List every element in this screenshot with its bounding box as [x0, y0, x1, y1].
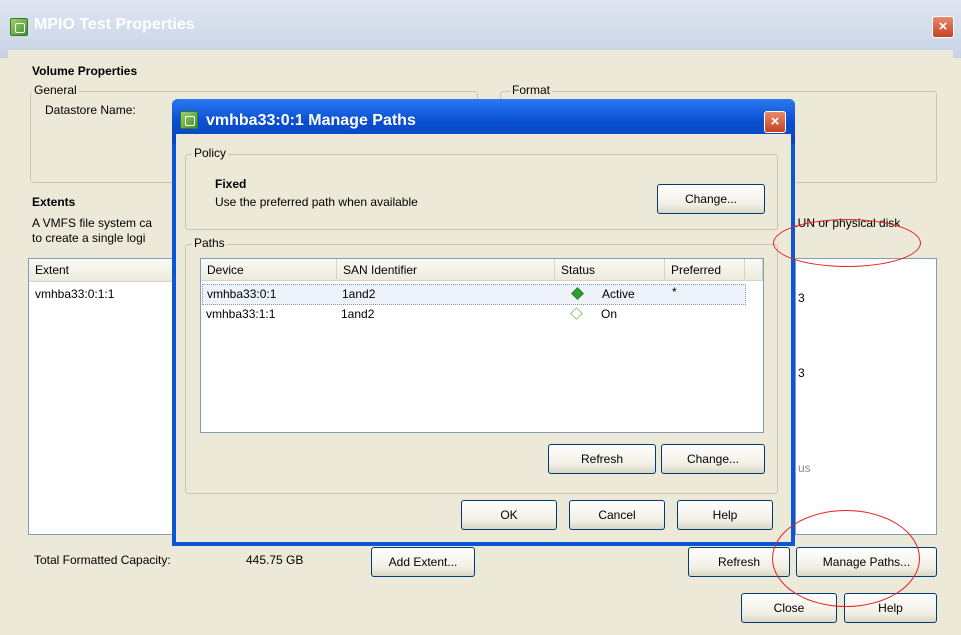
total-capacity-value: 445.75 GB — [246, 553, 304, 567]
extent-row[interactable]: vmhba33:0:1:1 — [29, 282, 187, 306]
column-header-filler — [745, 259, 763, 281]
volume-properties-heading: Volume Properties — [32, 64, 138, 78]
path-device: vmhba33:0:1 — [207, 287, 277, 301]
dialog-body: Policy Fixed Use the preferred path when… — [176, 134, 791, 542]
window-title: MPIO Test Properties — [34, 16, 195, 33]
add-extent-button[interactable]: Add Extent... — [371, 547, 475, 577]
app-icon — [10, 18, 28, 36]
dialog-app-icon — [180, 111, 198, 129]
format-label: Format — [510, 83, 553, 97]
partial-glyph: 3 — [798, 366, 805, 380]
policy-label: Policy — [192, 146, 229, 160]
partial-text: us — [798, 461, 811, 475]
policy-change-button[interactable]: Change... — [657, 184, 765, 214]
paths-table[interactable]: Device SAN Identifier Status Preferred v… — [200, 258, 764, 433]
path-preferred: * — [672, 285, 677, 299]
datastore-name-label: Datastore Name: — [45, 103, 136, 117]
general-label: General — [32, 83, 79, 97]
dialog-close-icon[interactable]: × — [764, 111, 786, 133]
column-header-status[interactable]: Status — [555, 259, 665, 281]
path-san-identifier: 1and2 — [341, 307, 375, 321]
dialog-title: vmhba33:0:1 Manage Paths — [206, 112, 416, 129]
extents-heading: Extents — [32, 195, 76, 209]
cancel-button[interactable]: Cancel — [569, 500, 665, 530]
policy-name: Fixed — [215, 177, 247, 191]
extents-description-line1: A VMFS file system ca — [32, 216, 153, 230]
status-active-icon — [571, 287, 584, 300]
path-status: On — [601, 307, 618, 321]
paths-label: Paths — [192, 236, 227, 250]
extent-list[interactable]: Extent vmhba33:0:1:1 — [28, 258, 188, 535]
close-icon[interactable]: × — [932, 16, 954, 38]
paths-change-button[interactable]: Change... — [661, 444, 765, 474]
column-header-device[interactable]: Device — [201, 259, 337, 281]
extent-column-header[interactable]: Extent — [29, 259, 187, 282]
path-row[interactable]: vmhba33:0:1 1and2 Active * — [202, 284, 746, 305]
annotation-circle — [772, 510, 920, 607]
column-header-preferred[interactable]: Preferred — [665, 259, 745, 281]
extents-description-line2: to create a single logi — [32, 231, 146, 245]
annotation-circle — [773, 219, 921, 267]
manage-paths-dialog: vmhba33:0:1 Manage Paths × Policy Fixed … — [172, 99, 795, 546]
column-header-san-identifier[interactable]: SAN Identifier — [337, 259, 555, 281]
extent-details-panel: 3 3 us — [795, 258, 937, 535]
ok-button[interactable]: OK — [461, 500, 557, 530]
path-san-identifier: 1and2 — [342, 287, 376, 301]
path-device: vmhba33:1:1 — [206, 307, 276, 321]
dialog-help-button[interactable]: Help — [677, 500, 773, 530]
path-status: Active — [602, 287, 635, 301]
partial-glyph: 3 — [798, 291, 805, 305]
status-on-icon — [570, 307, 583, 320]
paths-refresh-button[interactable]: Refresh — [548, 444, 656, 474]
path-row[interactable]: vmhba33:1:1 1and2 On — [202, 305, 746, 326]
policy-description: Use the preferred path when available — [215, 195, 418, 209]
total-capacity-label: Total Formatted Capacity: — [34, 553, 171, 567]
